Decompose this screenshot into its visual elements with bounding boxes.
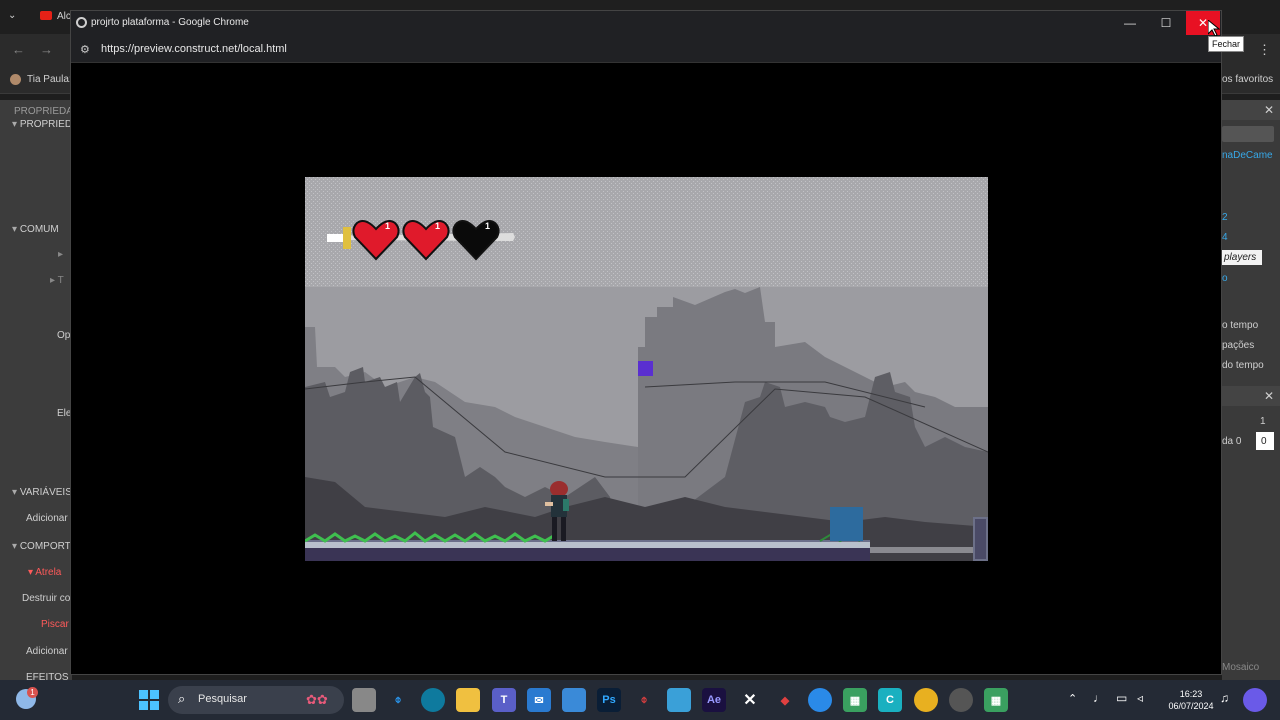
close-icon[interactable]: ✕ bbox=[1264, 103, 1274, 117]
panel-title: PROPRIEDA bbox=[14, 106, 73, 117]
add-behavior-link[interactable]: Adicionar bbox=[26, 646, 68, 657]
tree-item[interactable]: do tempo bbox=[1222, 360, 1264, 371]
chevron-up-icon[interactable]: ⌃ bbox=[1068, 692, 1077, 705]
ground-base bbox=[305, 548, 870, 561]
value-input[interactable]: 0 bbox=[1256, 432, 1274, 450]
search-placeholder: Pesquisar bbox=[198, 693, 247, 705]
minimize-button[interactable]: — bbox=[1113, 11, 1147, 35]
grid-app-icon[interactable]: ▦ bbox=[984, 688, 1008, 712]
close-tooltip: Fechar bbox=[1208, 36, 1245, 52]
property-label: Op bbox=[57, 330, 71, 341]
notification-badge: 1 bbox=[27, 687, 38, 698]
grid-app-icon[interactable]: ▦ bbox=[843, 688, 867, 712]
close-icon[interactable]: ✕ bbox=[1264, 389, 1274, 403]
preview-window: projrto plataforma - Google Chrome — ☐ ✕… bbox=[70, 10, 1222, 675]
copilot-icon[interactable] bbox=[1243, 688, 1267, 712]
behavior-item[interactable]: ▾ Atrela bbox=[28, 567, 61, 578]
behavior-item[interactable]: Piscar bbox=[41, 619, 69, 630]
common-section[interactable]: ▾ COMUM bbox=[12, 224, 59, 235]
properties-header[interactable]: ▾ PROPRIED bbox=[12, 119, 72, 130]
back-icon[interactable]: ← bbox=[12, 42, 25, 57]
purple-square bbox=[638, 361, 653, 376]
all-favorites-link[interactable]: os favoritos bbox=[1222, 74, 1273, 85]
tab-dropdown-icon[interactable]: ⌄ bbox=[8, 10, 16, 21]
app-icon[interactable] bbox=[949, 688, 973, 712]
task-view-icon[interactable] bbox=[352, 688, 376, 712]
photoshop-icon[interactable]: Ps bbox=[597, 688, 621, 712]
behaviors-section[interactable]: ▾ COMPORT bbox=[12, 541, 71, 552]
blue-box bbox=[830, 507, 863, 541]
property-label: da 0 bbox=[1222, 436, 1242, 447]
tree-item[interactable]: 4 bbox=[1222, 232, 1228, 243]
tree-item[interactable]: naDeCame bbox=[1222, 150, 1273, 161]
taskbar: 1 ⌕ Pesquisar ✿✿ ⌽ T ✉ Ps ⌽ Ae ✕ ◆ ▦ C ▦… bbox=[0, 680, 1280, 720]
volume-icon[interactable]: ◃ bbox=[1137, 691, 1143, 705]
status-label: Mosaico bbox=[1222, 662, 1260, 673]
chrome-icon[interactable] bbox=[914, 688, 938, 712]
menu-icon[interactable]: ⋮ bbox=[1258, 42, 1271, 58]
forward-icon[interactable]: → bbox=[40, 42, 53, 57]
right-pillar-inner bbox=[975, 519, 986, 559]
after-effects-icon[interactable]: Ae bbox=[702, 688, 726, 712]
mail-icon[interactable]: ✉ bbox=[527, 688, 551, 712]
value-label: 1 bbox=[1260, 416, 1266, 427]
expand-arrow-icon[interactable]: ▸ bbox=[58, 249, 63, 260]
empty-heart-icon: 1 bbox=[451, 217, 501, 261]
file-explorer-icon[interactable] bbox=[456, 688, 480, 712]
construct-icon[interactable]: C bbox=[878, 688, 902, 712]
window-title-bar: projrto plataforma - Google Chrome — ☐ ✕ bbox=[71, 11, 1221, 35]
tree-item[interactable]: 2 bbox=[1222, 212, 1228, 223]
tree-item[interactable]: o tempo bbox=[1222, 320, 1258, 331]
hearts: 1 1 1 bbox=[305, 177, 988, 297]
url-text[interactable]: https://preview.construct.net/local.html bbox=[101, 43, 287, 55]
clock-time: 16:23 bbox=[1179, 689, 1203, 699]
teams-icon[interactable]: T bbox=[492, 688, 516, 712]
editor-properties-panel: PROPRIEDA ▾ PROPRIED ▾ COMUM ▸ ▸ T Op El… bbox=[0, 100, 73, 683]
app-icon[interactable]: ◆ bbox=[773, 688, 797, 712]
microphone-icon[interactable]: ♩ bbox=[1093, 691, 1105, 705]
panel-header: ✕ bbox=[1222, 100, 1280, 120]
bookmark-item[interactable]: Tia Paula: bbox=[27, 74, 72, 85]
construct-icon bbox=[76, 17, 87, 28]
taskbar-search[interactable]: ⌕ Pesquisar ✿✿ bbox=[168, 686, 344, 714]
avatar bbox=[10, 74, 21, 85]
clock-date: 06/07/2024 bbox=[1168, 701, 1214, 711]
panel-header: ✕ bbox=[1222, 386, 1280, 406]
ledge bbox=[870, 547, 973, 553]
window-title: projrto plataforma - Google Chrome bbox=[91, 17, 249, 28]
store-icon[interactable] bbox=[562, 688, 586, 712]
background-tab-title[interactable]: Alc bbox=[57, 11, 71, 22]
app-icon[interactable] bbox=[667, 688, 691, 712]
edge-icon[interactable] bbox=[421, 688, 445, 712]
tree-item[interactable]: o bbox=[1222, 273, 1228, 284]
bell-icon[interactable]: ♫ bbox=[1220, 691, 1229, 705]
search-field[interactable] bbox=[1222, 126, 1274, 142]
xbox-icon[interactable]: ✕ bbox=[738, 688, 762, 712]
roses-icon: ✿✿ bbox=[306, 692, 328, 707]
app-icon[interactable] bbox=[808, 688, 832, 712]
address-bar: ⚙ https://preview.construct.net/local.ht… bbox=[71, 35, 1221, 63]
start-icon[interactable] bbox=[137, 688, 161, 712]
site-info-icon[interactable]: ⚙ bbox=[80, 43, 90, 56]
heart-icon: 1 bbox=[351, 217, 401, 261]
ground-top bbox=[305, 542, 870, 548]
game-canvas[interactable]: 1 1 1 bbox=[305, 177, 988, 561]
maximize-button[interactable]: ☐ bbox=[1149, 11, 1183, 35]
behavior-item[interactable]: Destruir co bbox=[22, 593, 70, 604]
heart-icon: 1 bbox=[401, 217, 451, 261]
search-icon: ⌕ bbox=[178, 691, 186, 706]
add-variable-link[interactable]: Adicionar bbox=[26, 513, 68, 524]
selected-tree-item[interactable]: players bbox=[1222, 250, 1262, 265]
variables-section[interactable]: ▾ VARIÁVEIS bbox=[12, 487, 72, 498]
app-icon[interactable]: ⌽ bbox=[386, 688, 410, 712]
tree-item[interactable]: pações bbox=[1222, 340, 1254, 351]
tree-item[interactable]: ▸ T bbox=[50, 275, 64, 286]
app-icon[interactable]: ⌽ bbox=[632, 688, 656, 712]
network-icon[interactable]: ▭ bbox=[1116, 691, 1127, 705]
youtube-icon bbox=[40, 11, 52, 20]
editor-project-panel: ✕ naDeCame 2 4 players o o tempo pações … bbox=[1222, 100, 1280, 680]
system-clock[interactable]: 16:23 06/07/2024 bbox=[1164, 688, 1218, 712]
